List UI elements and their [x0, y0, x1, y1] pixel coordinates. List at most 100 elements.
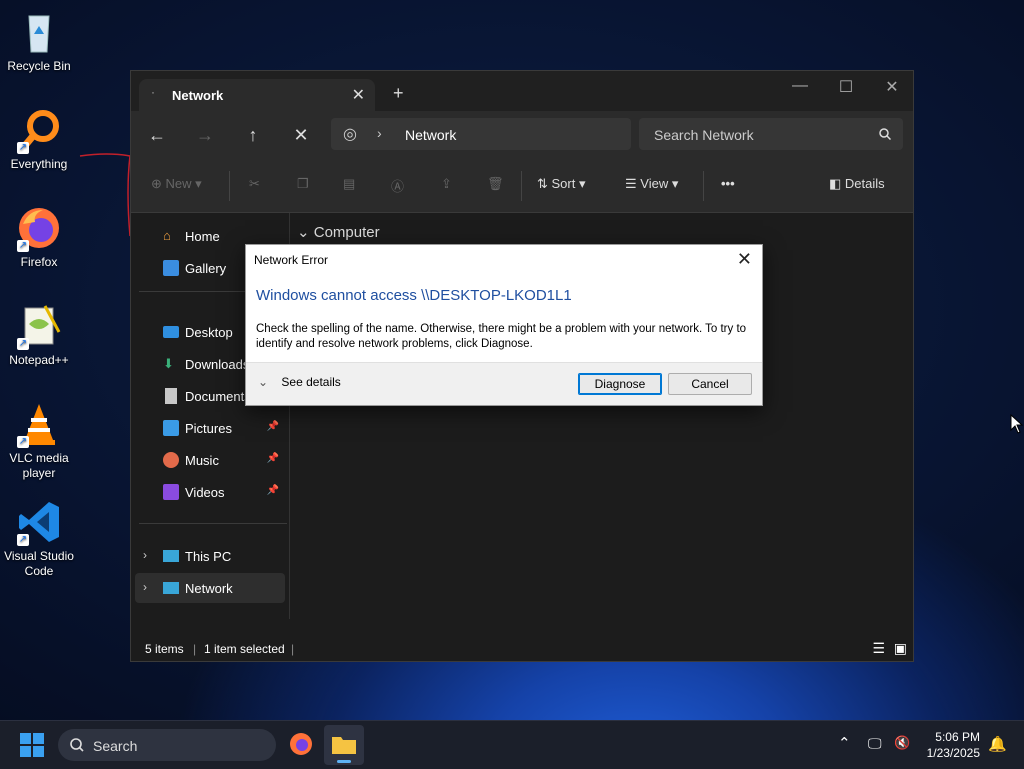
large-icons-view-icon[interactable]: ▣ — [894, 640, 907, 657]
nav-item-videos[interactable]: Videos 📌 — [135, 477, 285, 507]
address-bar[interactable]: ◎ › Network — [331, 118, 631, 150]
close-window-button[interactable]: ✕ — [869, 77, 915, 97]
nav-label: Documents — [185, 389, 251, 404]
pin-icon[interactable]: 📌 — [267, 453, 279, 464]
nav-label: Music — [185, 453, 219, 468]
desktop-icon-recycle-bin[interactable]: Recycle Bin — [0, 8, 78, 74]
dialog-footer: ⌄ See details Diagnose Cancel — [246, 362, 762, 405]
command-bar: ⊕ New ▾ ✂ ❐ ▤ Ⓐ ⇪ 🗑 ⇅ Sort ▾ ☰ View ▾ ••… — [131, 159, 913, 213]
chevron-down-icon: ⌄ — [297, 224, 310, 241]
see-details-label: See details — [281, 375, 341, 389]
divider — [703, 171, 704, 201]
status-divider: | — [291, 642, 295, 656]
delete-icon[interactable]: 🗑 — [487, 176, 504, 192]
title-bar[interactable]: · Network ✕ + — ☐ ✕ — [131, 71, 913, 111]
taskbar-firefox[interactable] — [288, 731, 314, 762]
details-view-icon[interactable]: ☰ — [872, 640, 885, 657]
navigation-bar: ← → ↑ ✕ ◎ › Network Search Network — [131, 111, 913, 159]
videos-icon — [163, 484, 179, 500]
minimize-button[interactable]: — — [777, 77, 823, 95]
volume-muted-icon[interactable]: 🔇 — [894, 735, 910, 751]
maximize-button[interactable]: ☐ — [823, 77, 869, 97]
breadcrumb-network[interactable]: Network — [405, 127, 456, 143]
shortcut-arrow-icon: ↗ — [17, 436, 29, 448]
desktop-icon-vscode[interactable]: ↗ Visual Studio Code — [0, 498, 78, 579]
dialog-message: Check the spelling of the name. Otherwis… — [256, 323, 747, 350]
desktop-icon-label: Visual Studio Code — [4, 549, 74, 578]
nav-item-music[interactable]: Music 📌 — [135, 445, 285, 475]
diagnose-button[interactable]: Diagnose — [578, 373, 662, 395]
paste-icon[interactable]: ▤ — [343, 176, 355, 192]
divider — [139, 523, 287, 524]
cut-icon[interactable]: ✂ — [249, 176, 260, 192]
download-icon: ⬇ — [163, 356, 174, 371]
desktop-icon-notepadpp[interactable]: ↗ Notepad++ — [0, 302, 78, 368]
nav-item-pictures[interactable]: Pictures 📌 — [135, 413, 285, 443]
recycle-bin-icon — [15, 8, 63, 56]
back-button[interactable]: ← — [145, 125, 169, 146]
pin-icon[interactable]: 📌 — [267, 421, 279, 432]
pictures-icon — [163, 420, 179, 436]
clock[interactable]: 5:06 PM 1/23/2025 — [927, 729, 980, 761]
cancel-button[interactable]: Cancel — [668, 373, 752, 395]
start-button[interactable] — [20, 733, 44, 757]
notification-bell-icon[interactable]: 🔔 — [988, 735, 1007, 753]
forward-button[interactable]: → — [193, 125, 217, 146]
copy-icon[interactable]: ❐ — [297, 176, 309, 192]
taskbar: Search ⌃ 🖵 🔇 5:06 PM 1/23/2025 🔔 — [0, 720, 1024, 769]
pin-icon[interactable]: 📌 — [267, 485, 279, 496]
shortcut-arrow-icon: ↗ — [17, 142, 29, 154]
breadcrumb-chevron-icon[interactable]: › — [377, 125, 382, 141]
shortcut-arrow-icon: ↗ — [17, 534, 29, 546]
desktop-icon-everything[interactable]: ↗ Everything — [0, 106, 78, 172]
tab-title: Network — [172, 88, 224, 103]
clock-date: 1/23/2025 — [926, 746, 980, 760]
new-button[interactable]: ⊕ New ▾ — [151, 176, 202, 192]
firefox-icon: ↗ — [15, 204, 63, 252]
chevron-right-icon[interactable]: › — [143, 548, 147, 562]
taskbar-search[interactable]: Search — [58, 729, 276, 761]
mouse-cursor-icon — [1010, 414, 1024, 434]
tab-close-icon[interactable]: ✕ — [352, 85, 365, 105]
new-tab-button[interactable]: + — [393, 83, 404, 104]
taskbar-file-explorer[interactable] — [324, 725, 364, 765]
group-header-computer[interactable]: ⌄ Computer — [297, 223, 380, 241]
up-button[interactable]: ↑ — [241, 125, 265, 146]
search-box[interactable]: Search Network — [639, 118, 903, 150]
search-icon — [879, 128, 891, 140]
divider — [229, 171, 230, 201]
share-icon[interactable]: ⇪ — [441, 176, 452, 192]
everything-icon: ↗ — [15, 106, 63, 154]
nav-item-network[interactable]: › Network — [135, 573, 285, 603]
vscode-icon: ↗ — [15, 498, 63, 546]
divider — [521, 171, 522, 201]
shortcut-arrow-icon: ↗ — [17, 240, 29, 252]
search-input[interactable]: Search Network — [654, 127, 754, 143]
taskbar-search-input[interactable]: Search — [93, 738, 137, 754]
sort-button[interactable]: ⇅ Sort ▾ — [537, 176, 586, 192]
rename-icon[interactable]: Ⓐ — [391, 176, 404, 195]
see-details-toggle[interactable]: ⌄ See details — [258, 375, 341, 389]
details-button[interactable]: ◧ Details — [829, 176, 885, 192]
display-icon[interactable]: 🖵 — [868, 735, 882, 752]
nav-label: Downloads — [185, 357, 250, 372]
notepadpp-icon: ↗ — [15, 302, 63, 350]
dialog-close-icon[interactable]: ✕ — [737, 249, 752, 270]
shortcut-arrow-icon: ↗ — [17, 338, 29, 350]
status-divider: | — [193, 642, 197, 656]
desktop-icon-firefox[interactable]: ↗ Firefox — [0, 204, 78, 270]
dialog-title: Network Error — [254, 253, 329, 267]
more-options-button[interactable]: ••• — [721, 176, 735, 191]
stop-button[interactable]: ✕ — [289, 125, 313, 146]
nav-item-this-pc[interactable]: › This PC — [135, 541, 285, 571]
desktop-icon-vlc[interactable]: ↗ VLC media player — [0, 400, 78, 481]
view-button[interactable]: ☰ View ▾ — [625, 176, 678, 192]
vlc-icon: ↗ — [15, 400, 63, 448]
status-bar: 5 items | 1 item selected | ☰ ▣ — [131, 637, 913, 661]
network-error-dialog[interactable]: Network Error ✕ Windows cannot access \\… — [245, 244, 763, 406]
desktop-icon-label: VLC media player — [9, 451, 69, 480]
tab-network[interactable]: · Network ✕ — [139, 79, 375, 111]
chevron-right-icon[interactable]: › — [143, 580, 147, 594]
firefox-icon — [290, 733, 312, 755]
chevron-up-icon[interactable]: ⌃ — [838, 734, 851, 752]
